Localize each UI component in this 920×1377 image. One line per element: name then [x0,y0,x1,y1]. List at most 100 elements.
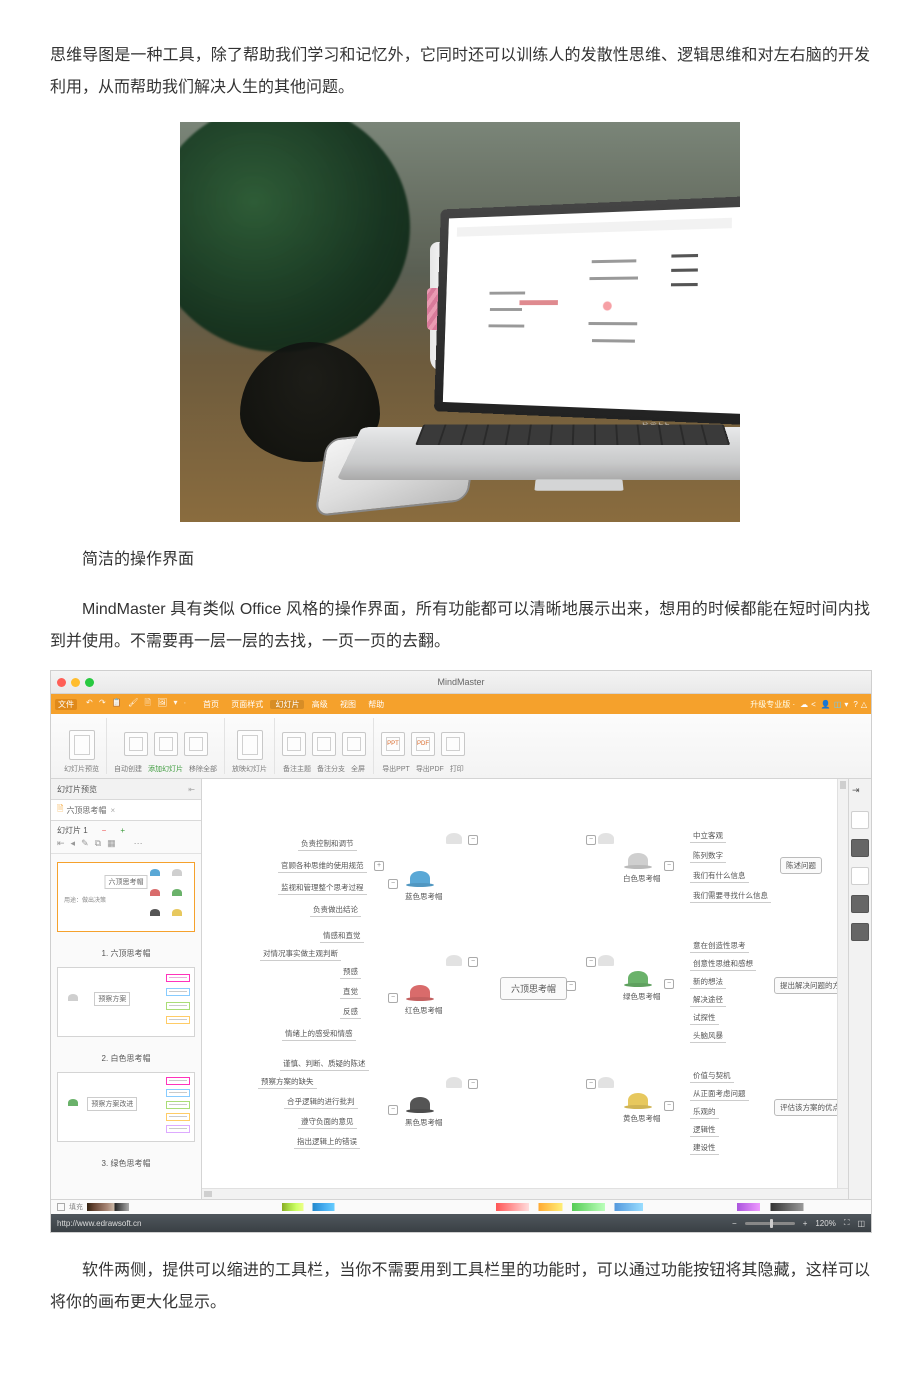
play-slides-button[interactable] [237,730,263,760]
document-tab[interactable]: 🗎 六顶思考帽 × [51,800,201,821]
leaf[interactable]: 官顾各种思维的使用规范 [278,859,367,873]
nav-grid-icon[interactable]: ▦ [107,838,116,849]
toggle-red[interactable]: − [468,957,478,967]
swatches-purple-grey[interactable] [737,1203,865,1211]
leaf[interactable]: 情绪上的感受和情感 [282,1027,356,1041]
rt-task-icon[interactable] [851,895,869,913]
remove-all-button[interactable] [184,732,208,756]
leaf[interactable]: 建设性 [690,1141,719,1155]
leaf[interactable]: 陈列数字 [690,849,726,863]
slide-preview-button[interactable] [69,730,95,760]
rt-icons-icon[interactable] [851,923,869,941]
toggle-green-r[interactable]: − [664,979,674,989]
tab-slides[interactable]: 幻灯片 [270,700,304,709]
upgrade-link[interactable]: 升级专业版 · [750,699,795,710]
tag-yellow[interactable]: 评估该方案的优点 [774,1099,846,1116]
note-branch-button[interactable] [312,732,336,756]
export-pdf-button[interactable]: PDF [411,732,435,756]
leaf[interactable]: 预察方案的缺失 [258,1075,317,1089]
fullscreen-button[interactable] [342,732,366,756]
mindmap-canvas[interactable]: 六顶思考帽 − − 蓝色思考帽 − 负责控制和调节 官顾各种思维的使用规范 + … [202,779,848,1199]
leaf[interactable]: 创意性思维和感想 [690,957,756,971]
close-tab-icon[interactable]: × [110,806,115,815]
tag-green[interactable]: 提出解决问题的方 [774,977,846,994]
redo-icon[interactable]: ↷ [97,698,108,707]
export-ppt-button[interactable]: PPT [381,732,405,756]
leaf[interactable]: 负责控制和调节 [298,837,357,851]
toggle-white-r[interactable]: − [664,861,674,871]
nav-more-icon[interactable]: ⋯ [134,838,143,849]
zoom-slider[interactable] [745,1222,795,1225]
color-palette-bar[interactable]: 填充 [51,1199,871,1214]
leaf[interactable]: 指出逻辑上的错误 [294,1135,360,1149]
swatches-green-blue[interactable] [273,1203,492,1211]
tab-home[interactable]: 首页 [198,700,224,709]
leaf[interactable]: 监视和管理整个思考过程 [278,881,367,895]
toggle-red-l[interactable]: − [388,993,398,1003]
toggle-green[interactable]: − [586,957,596,967]
nav-edit-icon[interactable]: ✎ [81,838,89,849]
tag-white[interactable]: 陈述问题 [780,857,822,874]
toggle-blue[interactable]: − [468,835,478,845]
zoom-in-icon[interactable]: + [803,1219,808,1228]
leaf[interactable]: 价值与契机 [690,1069,734,1083]
leaf[interactable]: 合乎逻辑的进行批判 [284,1095,358,1109]
rt-format-icon[interactable] [851,811,869,829]
toggle-white[interactable]: − [586,835,596,845]
leaf[interactable]: 中立客观 [690,829,726,843]
image-icon[interactable]: 🖼 [155,698,169,707]
node-white[interactable]: 白色思考帽 [618,871,666,886]
node-green[interactable]: 绿色思考帽 [618,989,666,1004]
toggle-black-l[interactable]: − [388,1105,398,1115]
leaf[interactable]: 新的想法 [690,975,726,989]
leaf[interactable]: 从正面考虑问题 [690,1087,749,1101]
rt-outline-icon[interactable] [851,839,869,857]
nav-prev-icon[interactable]: ◂ [71,838,76,849]
leaf[interactable]: 直觉 [340,985,361,999]
note-topic-button[interactable] [282,732,306,756]
tab-help[interactable]: 帮助 [363,700,389,709]
print-button[interactable] [441,732,465,756]
slide-thumb-3[interactable]: 预察方案改进 ——— ——— ——— ——— ——— [57,1072,195,1142]
toggle-blue-l[interactable]: − [388,879,398,889]
leaf[interactable]: 对情况事实做主观判断 [260,947,341,961]
hscrollbar[interactable] [202,1188,848,1199]
leaf[interactable]: 意在创造性思考 [690,939,749,953]
nav-first-icon[interactable]: ⇤ [57,838,65,849]
leaf[interactable]: 解决途径 [690,993,726,1007]
node-blue[interactable]: 蓝色思考帽 [400,889,448,904]
vscrollbar[interactable] [837,779,848,1199]
share-icon[interactable]: < [811,700,816,709]
swatches-neutral[interactable] [87,1203,269,1211]
maximize-icon[interactable] [85,678,94,687]
leaf[interactable]: 我们有什么信息 [690,869,749,883]
leaf[interactable]: 遵守负面的意见 [298,1115,357,1129]
quick-access-toolbar[interactable]: ↶ ↷ 📋 🖌 🗎 🖼 ▾ ∙ [81,697,191,711]
paste-icon[interactable]: 📋 [110,698,124,707]
slide-thumb-2[interactable]: 预察方案 ——— ——— ——— ——— [57,967,195,1037]
minimize-icon[interactable] [71,678,80,687]
toggle-black[interactable]: − [468,1079,478,1089]
rt-home-icon[interactable] [851,867,869,885]
auto-create-button[interactable] [124,732,148,756]
toggle[interactable]: + [374,861,384,871]
swatches-rainbow[interactable] [496,1203,733,1211]
undo-icon[interactable]: ↶ [84,698,95,707]
nav-copy-icon[interactable]: ⧉ [95,838,101,849]
leaf[interactable]: 谨慎、判断、质疑的陈述 [280,1057,369,1071]
more-icon[interactable]: ▾ [172,698,180,707]
node-center[interactable]: 六顶思考帽 [500,977,567,1000]
leaf[interactable]: 反感 [340,1005,361,1019]
brush-icon[interactable]: 🖌 [126,698,140,707]
settings-icon[interactable]: ◫ [834,700,842,709]
file-menu[interactable]: 文件 [55,699,77,710]
pin-icon[interactable]: △ [861,700,867,709]
node-black[interactable]: 黑色思考帽 [400,1115,448,1130]
palette-toggle-icon[interactable] [57,1203,65,1211]
tab-advanced[interactable]: 高级 [307,700,333,709]
leaf[interactable]: 逻辑性 [690,1123,719,1137]
leaf[interactable]: 试探性 [690,1011,719,1025]
add-slide-button[interactable] [154,732,178,756]
node-yellow[interactable]: 黄色思考帽 [618,1111,666,1126]
leaf[interactable]: 情感和直觉 [320,929,364,943]
